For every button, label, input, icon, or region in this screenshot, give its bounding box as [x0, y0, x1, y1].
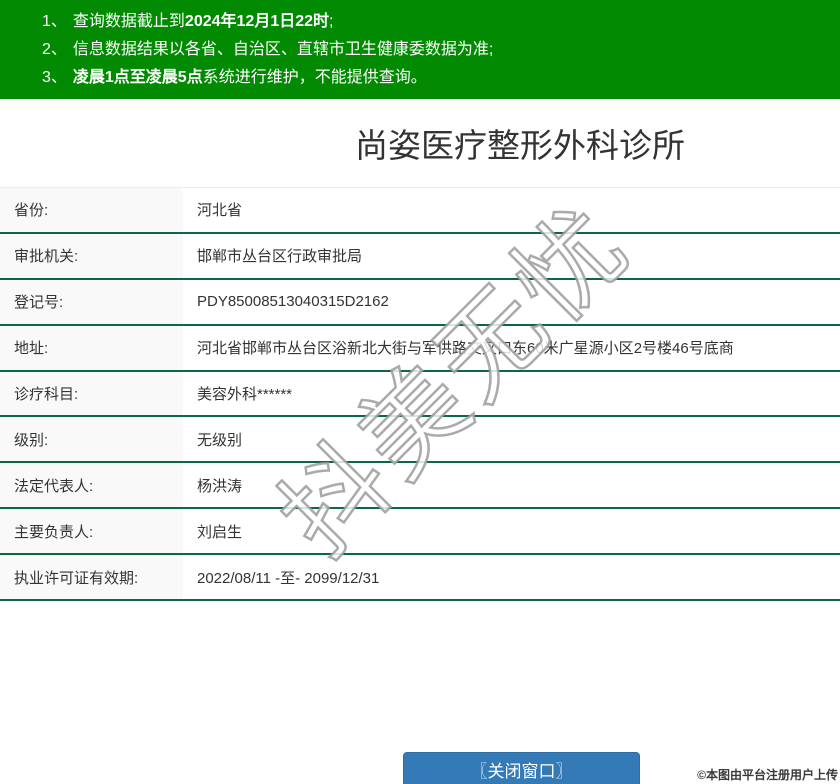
table-row-address: 地址: 河北省邯郸市丛台区浴新北大街与军供路交叉口东60米广星源小区2号楼46号…	[0, 325, 840, 372]
table-row-registration-number: 登记号: PDY85008513040315D2162	[0, 279, 840, 326]
query-result-page: 1、 查询数据截止到2024年12月1日22时; 2、 信息数据结果以各省、自治区、…	[0, 0, 840, 784]
close-window-button[interactable]: 〖关闭窗口〗	[403, 752, 640, 784]
row-value: 2022/08/11 -至- 2099/12/31	[183, 555, 840, 600]
row-value: 美容外科******	[183, 371, 840, 416]
page-title: 尚姿医疗整形外科诊所	[355, 127, 685, 164]
table-row-level: 级别: 无级别	[0, 417, 840, 464]
row-label: 审批机关:	[0, 233, 183, 278]
page-content: 尚姿医疗整形外科诊所 省份: 河北省 审批机关: 邯郸市丛台区行政审批局 登记号…	[0, 0, 840, 784]
row-value: 河北省	[183, 188, 840, 232]
row-label: 执业许可证有效期:	[0, 555, 183, 600]
table-row-legal-representative: 法定代表人: 杨洪涛	[0, 463, 840, 510]
row-label: 诊疗科目:	[0, 371, 183, 416]
row-value: 刘启生	[183, 509, 840, 554]
row-label: 登记号:	[0, 279, 183, 324]
table-row-person-in-charge: 主要负责人: 刘启生	[0, 509, 840, 556]
table-row-medical-subjects: 诊疗科目: 美容外科******	[0, 371, 840, 418]
row-label: 级别:	[0, 417, 183, 462]
table-row-license-validity: 执业许可证有效期: 2022/08/11 -至- 2099/12/31	[0, 555, 840, 602]
table-row-province: 省份: 河北省	[0, 188, 840, 234]
license-detail-table: 省份: 河北省 审批机关: 邯郸市丛台区行政审批局 登记号: PDY850085…	[0, 187, 840, 602]
row-value: PDY85008513040315D2162	[183, 279, 840, 324]
row-value: 杨洪涛	[183, 463, 840, 508]
table-row-approval-authority: 审批机关: 邯郸市丛台区行政审批局	[0, 233, 840, 280]
row-label: 主要负责人:	[0, 509, 183, 554]
row-value: 河北省邯郸市丛台区浴新北大街与军供路交叉口东60米广星源小区2号楼46号底商	[183, 325, 840, 370]
row-label: 省份:	[0, 188, 183, 232]
row-label: 法定代表人:	[0, 463, 183, 508]
copyright-notice: ©本图由平台注册用户上传	[697, 768, 838, 782]
row-value: 无级别	[183, 417, 840, 462]
row-value: 邯郸市丛台区行政审批局	[183, 233, 840, 278]
row-label: 地址:	[0, 325, 183, 370]
